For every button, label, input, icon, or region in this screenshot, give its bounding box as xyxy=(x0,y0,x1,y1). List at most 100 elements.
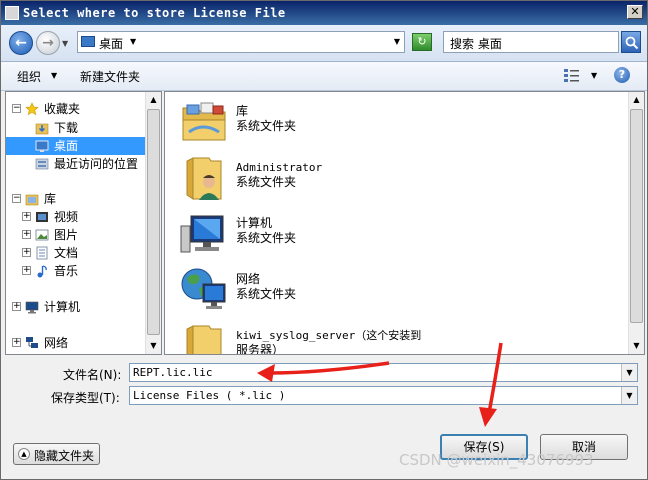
navigation-pane: − 收藏夹 下载 桌面 最近访问的位置 − 库 + 视频 + 图片 + 文档 +… xyxy=(5,91,162,355)
library-folder-icon xyxy=(182,102,226,141)
sidebar-item-music[interactable]: + 音乐 xyxy=(6,262,146,280)
scroll-thumb[interactable] xyxy=(630,109,643,323)
list-item[interactable]: 计算机 系统文件夹 xyxy=(179,210,619,262)
file-type: 系统文件夹 xyxy=(236,175,297,189)
view-chevron-icon[interactable]: ▼ xyxy=(591,71,597,80)
list-item[interactable]: kiwi_syslog_server（这个安装到 服务器） xyxy=(179,322,619,355)
hide-folders-button[interactable]: ▲ 隐藏文件夹 xyxy=(13,443,100,465)
list-item[interactable]: 网络 系统文件夹 xyxy=(179,266,619,318)
filetype-select[interactable]: License Files ( *.lic ) ▼ xyxy=(129,386,638,405)
window-icon xyxy=(5,6,19,20)
computer-icon xyxy=(25,301,39,314)
expand-icon[interactable]: + xyxy=(22,248,31,257)
file-type: 服务器） xyxy=(236,343,285,355)
help-button[interactable]: ? xyxy=(614,67,630,83)
filetype-dropdown-icon[interactable]: ▼ xyxy=(621,387,637,404)
sidebar-item-label: 最近访问的位置 xyxy=(54,157,139,171)
address-location[interactable]: 桌面 xyxy=(99,35,123,52)
sidebar-item-recent[interactable]: 最近访问的位置 xyxy=(6,155,146,173)
desktop-icon xyxy=(35,140,49,152)
computer-icon xyxy=(180,215,224,253)
sidebar-item-label: 文档 xyxy=(54,246,79,260)
sidebar-item-label: 视频 xyxy=(54,210,79,224)
hide-folders-label: 隐藏文件夹 xyxy=(34,449,95,463)
list-item[interactable]: Administrator 系统文件夹 xyxy=(179,154,619,206)
file-type: 系统文件夹 xyxy=(236,231,297,245)
music-library-icon xyxy=(37,265,47,278)
address-dropdown-icon[interactable]: ▼ xyxy=(394,37,400,46)
sidebar-item-label: 音乐 xyxy=(54,264,79,278)
file-list-scrollbar[interactable]: ▲ ▼ xyxy=(628,92,644,354)
pictures-library-icon xyxy=(35,229,49,241)
sidebar-item-documents[interactable]: + 文档 xyxy=(6,244,146,262)
breadcrumb-chevron-icon[interactable]: ▼ xyxy=(130,37,136,46)
sidebar-item-libraries[interactable]: − 库 xyxy=(6,190,146,208)
watermark: CSDN @weixin_43076993 xyxy=(399,451,594,469)
recent-locations-dropdown[interactable]: ▼ xyxy=(62,39,68,48)
address-box[interactable]: 桌面 ▼ ▼ xyxy=(77,31,405,53)
sidebar-item-label: 计算机 xyxy=(44,300,81,314)
file-name: Administrator xyxy=(236,161,323,174)
video-library-icon xyxy=(36,212,48,222)
scroll-down-icon[interactable]: ▼ xyxy=(146,338,161,354)
sidebar-item-label: 网络 xyxy=(44,336,69,350)
sidebar-item-label: 收藏夹 xyxy=(44,102,81,116)
expand-icon[interactable]: + xyxy=(22,230,31,239)
save-dialog: Select where to store License File ✕ ← →… xyxy=(0,0,648,480)
view-options-icon[interactable] xyxy=(563,67,581,83)
filetype-label: 保存类型(T): xyxy=(51,391,120,405)
folder-icon xyxy=(186,325,222,354)
star-icon xyxy=(25,102,39,116)
sidebar-scrollbar[interactable]: ▲ ▼ xyxy=(145,92,161,354)
file-list: 库 系统文件夹 Administrator 系统文件夹 计算机 系统文件夹 网络… xyxy=(164,91,645,355)
new-folder-button[interactable]: 新建文件夹 xyxy=(80,68,140,85)
filename-label: 文件名(N): xyxy=(63,368,122,382)
sidebar-item-desktop[interactable]: 桌面 xyxy=(6,137,145,155)
expand-icon[interactable]: + xyxy=(22,212,31,221)
expand-icon[interactable]: + xyxy=(22,266,31,275)
sidebar-item-videos[interactable]: + 视频 xyxy=(6,208,146,226)
documents-library-icon xyxy=(36,246,48,260)
search-input[interactable]: 搜索 桌面 xyxy=(443,31,619,53)
sidebar-item-downloads[interactable]: 下载 xyxy=(6,119,146,137)
sidebar-item-label: 库 xyxy=(44,192,57,206)
file-type: 系统文件夹 xyxy=(236,119,297,133)
expand-icon[interactable]: + xyxy=(12,338,21,347)
window-title: Select where to store License File xyxy=(23,6,286,20)
collapse-icon[interactable]: − xyxy=(12,104,21,113)
search-icon[interactable] xyxy=(621,31,641,53)
organize-chevron-icon[interactable]: ▼ xyxy=(51,71,57,80)
search-placeholder: 搜索 桌面 xyxy=(450,37,502,51)
sidebar-item-network[interactable]: + 网络 xyxy=(6,334,146,352)
file-name: 计算机 xyxy=(236,216,273,230)
filename-value[interactable]: REPT.lic.lic xyxy=(133,366,212,379)
list-item[interactable]: 库 系统文件夹 xyxy=(179,98,619,150)
back-button[interactable]: ← xyxy=(9,31,33,55)
scroll-up-icon[interactable]: ▲ xyxy=(629,92,644,108)
sidebar-item-pictures[interactable]: + 图片 xyxy=(6,226,146,244)
title-bar: Select where to store License File ✕ xyxy=(1,1,647,25)
scroll-thumb[interactable] xyxy=(147,109,160,335)
forward-button[interactable]: → xyxy=(36,31,60,55)
filetype-value[interactable]: License Files ( *.lic ) xyxy=(133,389,285,402)
download-folder-icon xyxy=(35,123,49,135)
collapse-icon[interactable]: − xyxy=(12,194,21,203)
sidebar-item-favorites[interactable]: − 收藏夹 xyxy=(6,100,146,118)
file-name: kiwi_syslog_server（这个安装到 xyxy=(236,329,422,342)
scroll-up-icon[interactable]: ▲ xyxy=(146,92,161,108)
recent-places-icon xyxy=(35,158,49,170)
filename-dropdown-icon[interactable]: ▼ xyxy=(621,364,637,381)
refresh-button[interactable]: ↻ xyxy=(412,33,432,51)
close-button[interactable]: ✕ xyxy=(627,5,643,19)
chevron-up-icon: ▲ xyxy=(18,448,30,460)
expand-icon[interactable]: + xyxy=(12,302,21,311)
file-type: 系统文件夹 xyxy=(236,287,297,301)
sidebar-item-computer[interactable]: + 计算机 xyxy=(6,298,146,316)
scroll-down-icon[interactable]: ▼ xyxy=(629,338,644,354)
network-icon xyxy=(181,268,226,309)
file-name: 网络 xyxy=(236,272,261,286)
desktop-icon xyxy=(81,36,95,47)
organize-menu[interactable]: 组织 xyxy=(17,68,41,85)
filename-field[interactable]: REPT.lic.lic ▼ xyxy=(129,363,638,382)
sidebar-item-label: 下载 xyxy=(54,121,79,135)
